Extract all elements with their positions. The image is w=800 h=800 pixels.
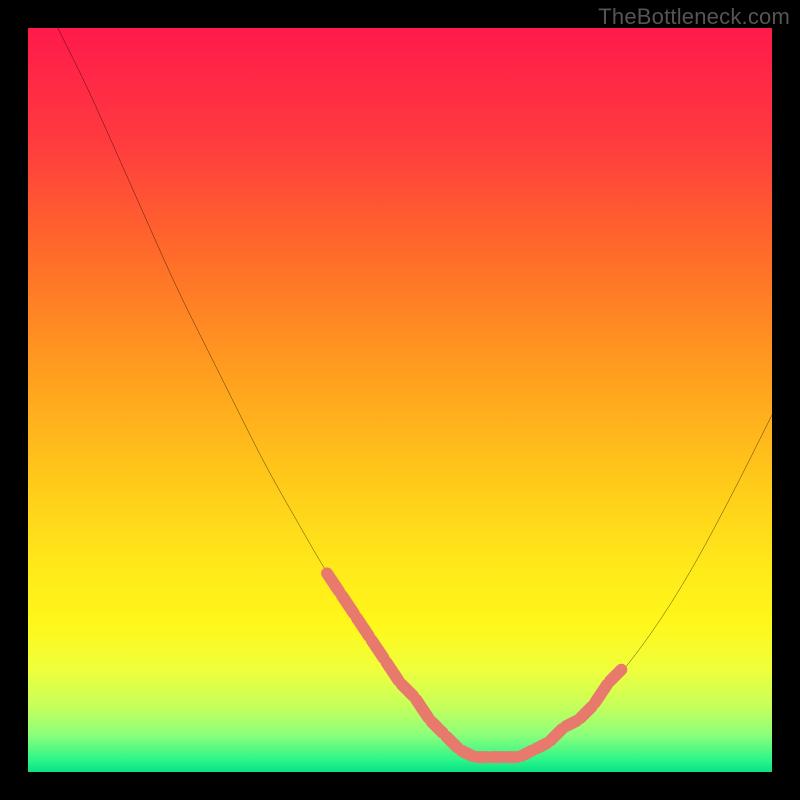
left-falling-highlight-dash	[327, 573, 339, 591]
right-rising-highlight-dash	[551, 729, 562, 740]
bottom-highlight-dash	[462, 751, 472, 756]
right-rising-highlight-dash	[595, 685, 607, 703]
right-rising-highlight-dash	[536, 743, 546, 748]
left-falling-highlight-dash	[357, 618, 369, 636]
left-falling-highlight-dash	[416, 700, 428, 718]
highlight-group	[327, 573, 621, 757]
curve-layer	[28, 28, 772, 772]
left-falling-highlight-dash	[446, 737, 457, 748]
left-falling-highlight-dash	[387, 663, 399, 681]
right-rising-highlight-dash	[610, 670, 621, 681]
right-rising-highlight-dash	[580, 707, 591, 718]
bottleneck-curve	[58, 28, 772, 757]
left-falling-highlight-dash	[402, 685, 413, 696]
chart-frame: TheBottleneck.com	[0, 0, 800, 800]
left-falling-highlight-dash	[432, 722, 443, 733]
left-falling-highlight-dash	[342, 596, 354, 614]
watermark-text: TheBottleneck.com	[598, 4, 790, 30]
left-falling-highlight-dash	[372, 640, 384, 658]
plot-area	[28, 28, 772, 772]
bottom-highlight-dash	[521, 751, 531, 756]
right-rising-highlight-dash	[566, 721, 576, 726]
